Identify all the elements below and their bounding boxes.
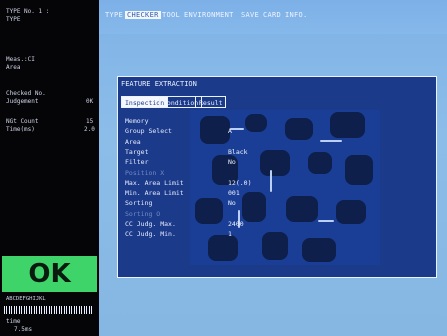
field-label: Sorting <box>125 199 153 208</box>
field-value[interactable]: A <box>228 127 232 135</box>
field-label: Group Select <box>125 127 172 136</box>
field-label: Max. Area Limit <box>125 178 184 187</box>
ng-count-value: 15 <box>86 118 94 125</box>
field-label: Area <box>125 137 141 146</box>
type-label: TYPE No. 1 : <box>6 8 50 15</box>
field-value[interactable]: 12(.0) <box>228 179 251 187</box>
field-value[interactable]: 1 <box>228 230 232 238</box>
field-label: CC Judg. Max. <box>125 220 176 228</box>
field-value[interactable]: 001 <box>228 189 240 197</box>
menu-item-checker[interactable]: CHECKER <box>125 11 161 19</box>
dialog-title: FEATURE EXTRACTION <box>121 80 197 88</box>
field-label: Min. Area Limit <box>125 189 184 198</box>
field-label: Position X <box>125 168 165 177</box>
judgement-value: 0K <box>86 98 94 105</box>
mode-label: Meas.:CI <box>6 56 35 63</box>
checked-label: Checked No. <box>6 90 46 97</box>
status-panel: TYPE No. 1 : TYPE Meas.:CI Area Checked … <box>0 0 99 336</box>
barcode-text: ABCDEFGHIJKL <box>6 296 46 302</box>
menu-item-info[interactable]: INFO. <box>285 11 308 19</box>
mode-value: Area <box>6 64 21 71</box>
field-value[interactable]: Black <box>228 148 248 156</box>
bottom-value: 7.5ms <box>14 326 33 333</box>
field-label: Memory <box>125 117 149 125</box>
tab-result[interactable]: Result <box>195 96 227 108</box>
menu-item-card[interactable]: CARD <box>263 11 281 19</box>
field-value[interactable]: No <box>228 199 236 207</box>
field-label: Filter <box>125 158 149 167</box>
type-value: TYPE <box>6 16 21 23</box>
bottom-label: time <box>6 318 21 325</box>
field-label: CC Judg. Min. <box>125 230 176 239</box>
time-label: Time(ms) <box>6 126 35 133</box>
menu-item-type[interactable]: TYPE <box>105 11 123 19</box>
camera-image <box>190 110 380 265</box>
field-label: Sorting O <box>125 209 161 218</box>
ng-count-label: NGt Count <box>6 118 39 125</box>
menu-bar: TYPE CHECKER TOOL ENVIRONMENT SAVE CARD … <box>99 0 447 34</box>
field-label: Target <box>125 147 149 156</box>
field-value[interactable]: No <box>228 158 236 166</box>
barcode-graphic <box>4 306 94 314</box>
time-value: 2.0 <box>84 126 95 133</box>
ok-status-badge: OK <box>2 256 97 292</box>
menu-item-save[interactable]: SAVE <box>241 11 259 19</box>
judgement-label: Judgement <box>6 98 39 105</box>
menu-item-environment[interactable]: ENVIRONMENT <box>184 11 234 19</box>
field-value[interactable]: 2400 <box>228 220 244 228</box>
menu-item-tool[interactable]: TOOL <box>162 11 180 19</box>
